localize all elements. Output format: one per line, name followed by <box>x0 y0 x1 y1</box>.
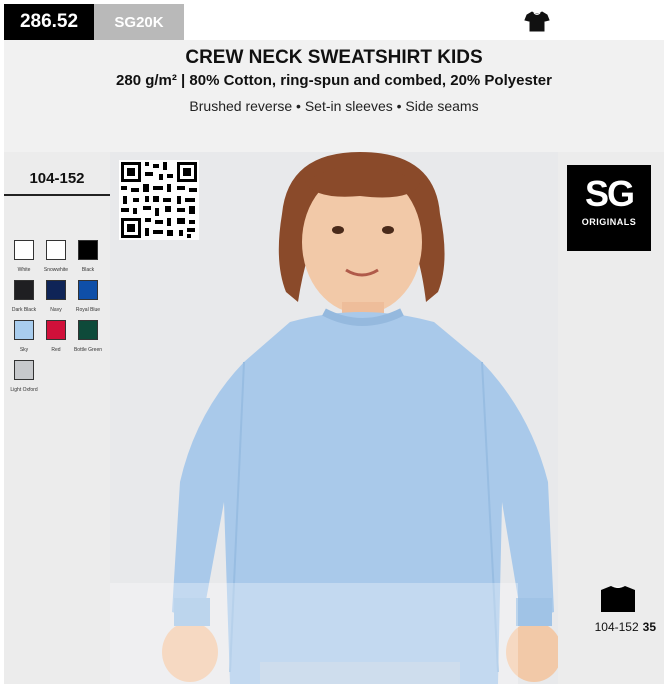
left-info-panel <box>4 152 110 684</box>
footer-size-range: 104-152 <box>594 620 639 634</box>
product-code: SG20K <box>94 4 184 40</box>
swatch-color-sky <box>14 320 34 340</box>
color-swatch[interactable]: Bottle Green <box>72 320 104 353</box>
swatch-color-black <box>78 240 98 260</box>
top-bar: 286.52 SG20K <box>0 0 664 40</box>
brand-logo: SG ORIGINALS <box>567 165 651 251</box>
swatch-color-dark-black <box>14 280 34 300</box>
swatch-label: Navy <box>50 307 62 313</box>
swatch-color-bottle-green <box>78 320 98 340</box>
product-composition: 280 g/m² | 80% Cotton, ring-spun and com… <box>116 72 552 89</box>
swatch-label: Red <box>51 347 61 353</box>
swatch-color-snowwhite <box>46 240 66 260</box>
swatch-color-light-oxford <box>14 360 34 380</box>
color-swatch[interactable]: Sky <box>8 320 40 353</box>
swatch-label: Snowwhite <box>43 267 69 273</box>
swatch-label: Sky <box>19 347 29 353</box>
color-swatch[interactable]: Black <box>72 240 104 273</box>
swatch-color-royal-blue <box>78 280 98 300</box>
photo-overlay <box>110 583 518 684</box>
color-swatch[interactable]: Dark Black <box>8 280 40 313</box>
qr-code <box>119 160 199 240</box>
brand-logo-text: SG <box>584 173 635 214</box>
swatch-color-white <box>14 240 34 260</box>
swatch-label: Light Oxford <box>10 387 38 393</box>
page-number: 35 <box>642 620 656 634</box>
swatch-label: Black <box>81 267 95 273</box>
color-swatch[interactable]: Navy <box>40 280 72 313</box>
swatch-label: Royal Blue <box>75 307 101 313</box>
swatch-color-navy <box>46 280 66 300</box>
brand-logo-subtext: ORIGINALS <box>581 217 637 227</box>
kids-shirt-icon <box>601 585 635 612</box>
size-range-label: 104-152 <box>29 170 85 187</box>
product-features: Brushed reverse • Set-in sleeves • Side … <box>189 98 479 114</box>
t-shirt-icon <box>524 11 550 32</box>
swatch-label: White <box>17 267 31 273</box>
product-title: CREW NECK SWEATSHIRT KIDS <box>185 47 483 68</box>
color-swatch[interactable]: Snowwhite <box>40 240 72 273</box>
divider <box>4 194 110 196</box>
color-swatch[interactable]: Royal Blue <box>72 280 104 313</box>
footer-info: 104-152 35 <box>572 620 656 634</box>
color-swatch[interactable]: White <box>8 240 40 273</box>
product-header: CREW NECK SWEATSHIRT KIDS 280 g/m² | 80%… <box>4 40 664 152</box>
color-swatch[interactable]: Red <box>40 320 72 353</box>
swatch-label: Bottle Green <box>73 347 103 353</box>
swatch-label: Dark Black <box>11 307 37 313</box>
color-swatch[interactable]: Light Oxford <box>8 360 40 393</box>
article-number: 286.52 <box>4 4 94 40</box>
swatch-color-red <box>46 320 66 340</box>
